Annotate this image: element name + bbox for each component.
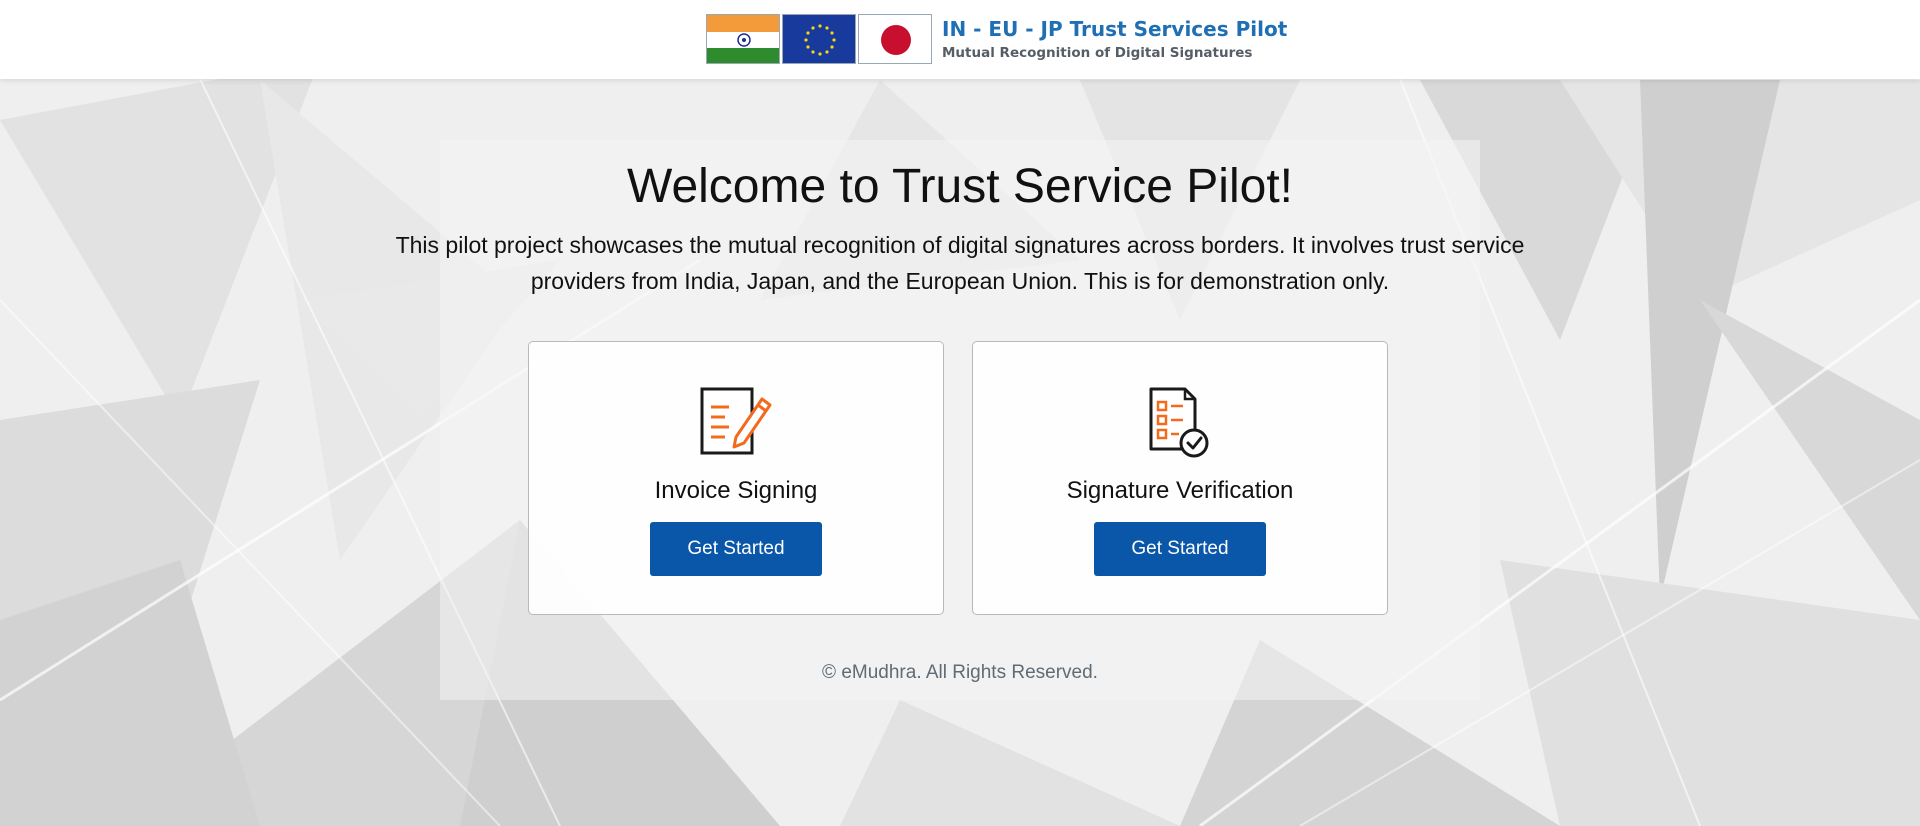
main-content: Welcome to Trust Service Pilot! This pil… [0, 79, 1920, 683]
japan-flag-icon [858, 14, 932, 64]
invoice-signing-get-started-button[interactable]: Get Started [650, 522, 822, 576]
logo-text: IN - EU - JP Trust Services Pilot Mutual… [942, 17, 1287, 61]
invoice-signing-card: Invoice Signing Get Started [528, 341, 944, 615]
signature-verification-get-started-button[interactable]: Get Started [1094, 522, 1266, 576]
page-title: Welcome to Trust Service Pilot! [627, 160, 1293, 213]
india-flag-icon [706, 14, 780, 64]
site-logo[interactable]: IN - EU - JP Trust Services Pilot Mutual… [706, 14, 1287, 66]
eu-flag-icon [782, 14, 856, 64]
signature-verification-card: Signature Verification Get Started [972, 341, 1388, 615]
header: IN - EU - JP Trust Services Pilot Mutual… [0, 0, 1920, 79]
service-cards: Invoice Signing Get Started Signature Ve… [528, 341, 1388, 615]
checklist-verify-icon [973, 385, 1387, 460]
card-title: Invoice Signing [654, 477, 818, 504]
logo-subtitle: Mutual Recognition of Digital Signatures [942, 45, 1253, 61]
card-title: Signature Verification [1066, 477, 1294, 504]
footer-copyright: © eMudhra. All Rights Reserved. [822, 662, 1098, 683]
page-description: This pilot project showcases the mutual … [395, 232, 1525, 294]
logo-title: IN - EU - JP Trust Services Pilot [942, 17, 1288, 41]
document-sign-icon [529, 385, 943, 460]
